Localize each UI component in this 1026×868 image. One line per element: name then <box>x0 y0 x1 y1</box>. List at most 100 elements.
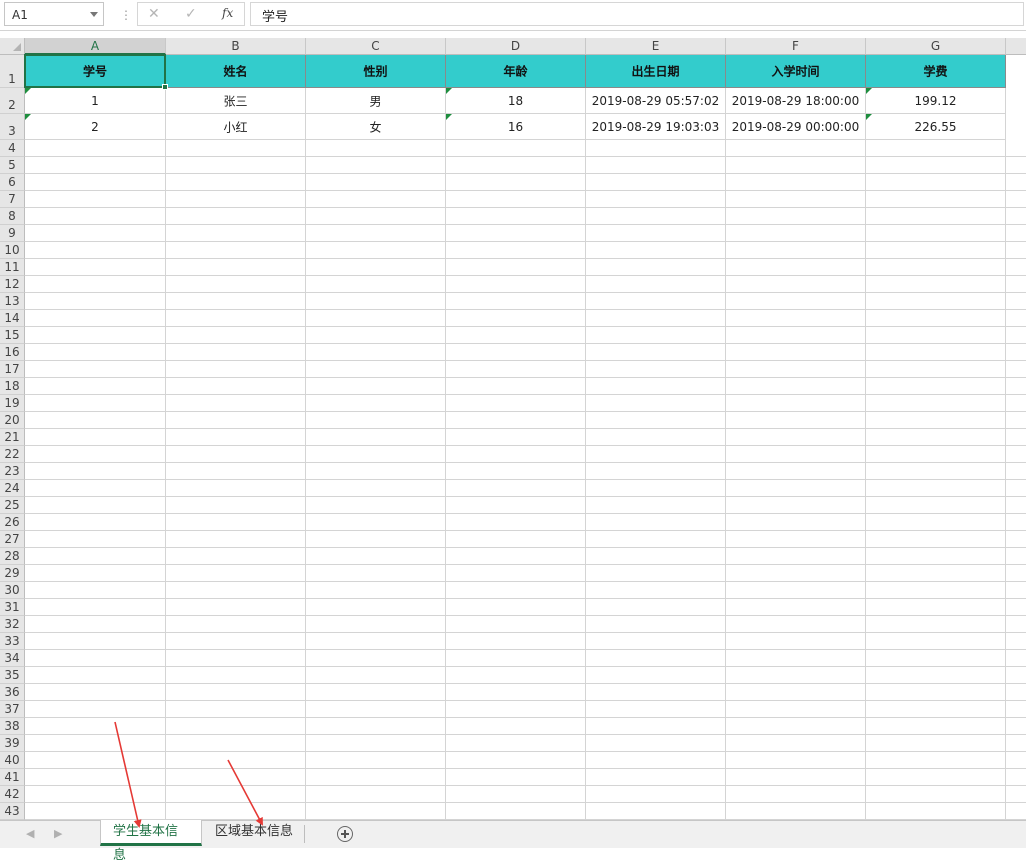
row-header[interactable]: 13 <box>0 293 25 310</box>
row-number[interactable]: 6 <box>0 175 24 189</box>
row-number[interactable]: 25 <box>0 498 24 512</box>
cell-value[interactable]: 女 <box>306 118 445 135</box>
row-header[interactable]: 39 <box>0 735 25 752</box>
row-number[interactable]: 12 <box>0 277 24 291</box>
row-number[interactable]: 36 <box>0 685 24 699</box>
table-header-cell[interactable]: 学号 <box>25 55 166 88</box>
name-box-value[interactable]: A1 <box>12 8 28 22</box>
column-header-f[interactable]: F <box>726 38 866 55</box>
row-number[interactable]: 38 <box>0 719 24 733</box>
row-header[interactable]: 16 <box>0 344 25 361</box>
row-number[interactable]: 18 <box>0 379 24 393</box>
cell-value[interactable]: 2019-08-29 05:57:02 <box>586 94 725 108</box>
fill-handle[interactable] <box>162 84 168 90</box>
column-header-g[interactable]: G <box>866 38 1006 55</box>
table-cell[interactable]: 张三 <box>166 88 306 114</box>
row-header[interactable]: 19 <box>0 395 25 412</box>
insert-function-icon[interactable]: fx <box>222 6 233 20</box>
row-header[interactable]: 35 <box>0 667 25 684</box>
table-cell[interactable]: 2019-08-29 18:00:00 <box>726 88 866 114</box>
row-number[interactable]: 13 <box>0 294 24 308</box>
table-header-cell[interactable]: 性别 <box>306 55 446 88</box>
row-header[interactable]: 2 <box>0 88 25 114</box>
row-number[interactable]: 43 <box>0 804 24 818</box>
row-header[interactable]: 40 <box>0 752 25 769</box>
row-number[interactable]: 28 <box>0 549 24 563</box>
header-text[interactable]: 入学时间 <box>726 63 865 80</box>
row-number[interactable]: 39 <box>0 736 24 750</box>
row-header[interactable]: 4 <box>0 140 25 157</box>
row-number[interactable]: 17 <box>0 362 24 376</box>
cell-value[interactable]: 张三 <box>166 92 305 109</box>
cell-value[interactable]: 2 <box>25 120 165 134</box>
row-number[interactable]: 37 <box>0 702 24 716</box>
row-header[interactable]: 32 <box>0 616 25 633</box>
next-sheet-icon[interactable]: ▶ <box>54 827 62 840</box>
table-header-cell[interactable]: 出生日期 <box>586 55 726 88</box>
row-header[interactable]: 8 <box>0 208 25 225</box>
row-number[interactable]: 14 <box>0 311 24 325</box>
table-cell[interactable]: 1 <box>25 88 166 114</box>
enter-icon[interactable]: ✓ <box>185 6 197 22</box>
chevron-down-icon[interactable] <box>90 12 98 17</box>
sheet-tab-label[interactable]: 学生基本信息 <box>113 824 178 863</box>
row-number[interactable]: 10 <box>0 243 24 257</box>
row-number[interactable]: 33 <box>0 634 24 648</box>
row-header[interactable]: 33 <box>0 633 25 650</box>
formula-input[interactable]: 学号 <box>250 2 1024 26</box>
name-box[interactable]: A1 <box>4 2 104 26</box>
table-cell[interactable]: 18 <box>446 88 586 114</box>
select-all-triangle-icon[interactable] <box>13 43 21 51</box>
worksheet-grid[interactable]: A B C D E F G 1 2 3 4 5 6 7 8 9 10 11 12 13 14 15 16 17 18 19 20 21… <box>0 38 1026 820</box>
row-header[interactable]: 20 <box>0 412 25 429</box>
row-header[interactable]: 17 <box>0 361 25 378</box>
more-options-icon[interactable]: ⋮ <box>120 8 132 22</box>
row-header[interactable]: 26 <box>0 514 25 531</box>
header-text[interactable]: 学费 <box>866 63 1005 80</box>
row-number[interactable]: 1 <box>0 72 24 86</box>
row-header[interactable]: 15 <box>0 327 25 344</box>
row-header[interactable]: 25 <box>0 497 25 514</box>
row-header[interactable]: 11 <box>0 259 25 276</box>
table-cell[interactable]: 226.55 <box>866 114 1006 140</box>
row-number[interactable]: 15 <box>0 328 24 342</box>
row-header[interactable]: 27 <box>0 531 25 548</box>
row-number[interactable]: 4 <box>0 141 24 155</box>
row-number[interactable]: 41 <box>0 770 24 784</box>
row-header[interactable]: 38 <box>0 718 25 735</box>
row-number[interactable]: 11 <box>0 260 24 274</box>
row-header[interactable]: 18 <box>0 378 25 395</box>
cell-value[interactable]: 16 <box>446 120 585 134</box>
row-number[interactable]: 19 <box>0 396 24 410</box>
table-cell[interactable]: 2 <box>25 114 166 140</box>
table-cell[interactable]: 女 <box>306 114 446 140</box>
header-text[interactable]: 学号 <box>25 63 165 80</box>
row-number[interactable]: 34 <box>0 651 24 665</box>
sheet-tab-student-info[interactable]: 学生基本信息 <box>100 820 202 863</box>
select-all-corner[interactable] <box>0 38 25 55</box>
row-header[interactable]: 22 <box>0 446 25 463</box>
row-number[interactable]: 27 <box>0 532 24 546</box>
table-header-cell[interactable]: 学费 <box>866 55 1006 88</box>
row-header[interactable]: 37 <box>0 701 25 718</box>
cell-value[interactable]: 2019-08-29 19:03:03 <box>586 120 725 134</box>
row-header[interactable]: 42 <box>0 786 25 803</box>
cell-value[interactable]: 199.12 <box>866 94 1005 108</box>
row-header[interactable]: 9 <box>0 225 25 242</box>
row-header[interactable]: 23 <box>0 463 25 480</box>
row-header[interactable]: 34 <box>0 650 25 667</box>
row-number[interactable]: 32 <box>0 617 24 631</box>
row-header[interactable]: 3 <box>0 114 25 140</box>
sheet-tab-label[interactable]: 区域基本信息 <box>215 824 293 839</box>
row-header[interactable]: 12 <box>0 276 25 293</box>
row-number[interactable]: 21 <box>0 430 24 444</box>
column-header-d[interactable]: D <box>446 38 586 55</box>
cell-value[interactable]: 小红 <box>166 118 305 135</box>
column-header-e[interactable]: E <box>586 38 726 55</box>
header-text[interactable]: 性别 <box>306 63 445 80</box>
formula-input-value[interactable]: 学号 <box>262 6 288 25</box>
row-number[interactable]: 35 <box>0 668 24 682</box>
row-header[interactable]: 31 <box>0 599 25 616</box>
row-number[interactable]: 30 <box>0 583 24 597</box>
row-header[interactable]: 30 <box>0 582 25 599</box>
